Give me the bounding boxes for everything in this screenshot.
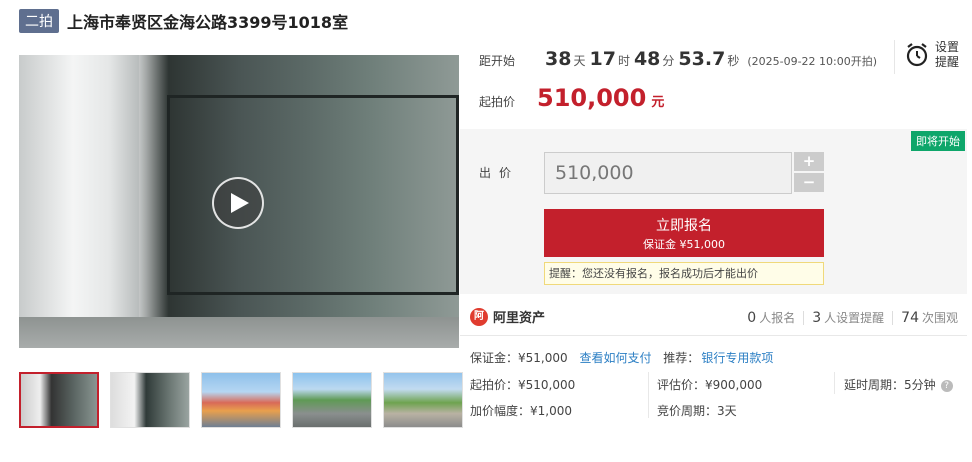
- thumbnail-1[interactable]: [19, 372, 99, 428]
- play-video-button[interactable]: [212, 177, 264, 229]
- thumbnail-3[interactable]: [201, 372, 281, 428]
- signup-deposit-label: 保证金 ¥51,000: [643, 238, 725, 251]
- photo-glass-door: [167, 95, 459, 295]
- help-icon[interactable]: ?: [940, 379, 953, 392]
- platform-row: 阿 阿里资产 0 人报名 3 人设置提醒 74 次围观: [460, 300, 967, 336]
- alarm-clock-icon: [906, 43, 928, 67]
- page-header: 二拍 上海市奉贤区金海公路3399号1018室: [19, 9, 348, 33]
- details-divider: [834, 372, 835, 394]
- starting-price-unit: 元: [651, 95, 665, 110]
- set-reminder-button[interactable]: 设置提醒: [905, 40, 961, 70]
- countdown: 距开始 38 天 17 时 48 分 53.7 秒 (2025-09-22 10…: [479, 48, 877, 76]
- countdown-minutes: 48: [633, 48, 661, 70]
- countdown-seconds-unit: 秒: [727, 54, 740, 68]
- countdown-minutes-unit: 分: [662, 54, 675, 68]
- reminder-count-label: 人设置提醒: [824, 311, 885, 325]
- page-title: 上海市奉贤区金海公路3399号1018室: [67, 13, 349, 32]
- auction-round-badge: 二拍: [19, 9, 59, 33]
- bid-decrease-button[interactable]: −: [794, 173, 824, 192]
- auction-stats: 0 人报名 3 人设置提醒 74 次围观: [747, 309, 958, 326]
- set-reminder-label: 设置提醒: [935, 40, 960, 69]
- start-time-note: (2025-09-22 10:00开拍): [747, 55, 878, 68]
- signup-count: 0: [747, 310, 757, 326]
- signup-notice: 提醒：您还没有报名，报名成功后才能出价: [544, 262, 824, 285]
- reminder-count: 3: [812, 310, 822, 326]
- bank-payment-link[interactable]: 银行专用款项: [701, 351, 773, 365]
- bid-amount-input[interactable]: 510,000: [544, 152, 792, 194]
- signup-button-label: 立即报名: [656, 218, 712, 234]
- deposit-info: 保证金：¥51,000 查看如何支付 推荐： 银行专用款项: [470, 349, 773, 366]
- start-price-info: 起拍价：¥510,000: [470, 378, 576, 392]
- details-divider: [648, 372, 649, 418]
- recommend-label: 推荐：: [663, 351, 700, 365]
- photo-floor: [19, 317, 459, 348]
- status-badge: 即将开始: [911, 131, 965, 151]
- countdown-hours-unit: 时: [617, 54, 630, 68]
- countdown-days: 38: [545, 48, 572, 70]
- delay-period-info: 延时周期：5分钟?: [844, 376, 953, 393]
- how-to-pay-link[interactable]: 查看如何支付: [579, 351, 651, 365]
- starting-price: 起拍价 510,000 元: [479, 84, 664, 112]
- play-icon: [231, 193, 249, 213]
- view-count: 74: [901, 310, 919, 326]
- countdown-hours: 17: [589, 48, 616, 70]
- view-count-label: 次围观: [921, 311, 958, 325]
- countdown-seconds: 53.7: [678, 48, 726, 70]
- stat-divider: [892, 310, 894, 325]
- remind-divider: [894, 40, 895, 74]
- bid-period-info: 竞价周期：3天: [657, 404, 737, 418]
- photo-pillar: [19, 55, 139, 348]
- platform-logo-icon: 阿: [470, 307, 488, 326]
- thumbnail-2[interactable]: [110, 372, 190, 428]
- increment-info: 加价幅度：¥1,000: [470, 404, 572, 418]
- appraisal-info: 评估价：¥900,000: [657, 378, 763, 392]
- thumbnail-strip: [19, 372, 474, 428]
- starting-price-label: 起拍价: [479, 95, 516, 109]
- countdown-label: 距开始: [479, 54, 516, 68]
- delay-period-text: 延时周期：5分钟: [844, 378, 936, 392]
- bid-panel: 即将开始 出价 510,000 + − 立即报名 保证金 ¥51,000 提醒：…: [460, 129, 967, 294]
- starting-price-value: 510,000: [537, 84, 647, 112]
- thumbnail-4[interactable]: [292, 372, 372, 428]
- countdown-days-unit: 天: [573, 54, 586, 68]
- bid-increase-button[interactable]: +: [794, 152, 824, 171]
- thumbnail-5[interactable]: [383, 372, 463, 428]
- bid-label: 出价: [479, 166, 520, 180]
- stat-divider: [803, 310, 805, 325]
- platform-logo: 阿 阿里资产: [470, 307, 545, 326]
- signup-button[interactable]: 立即报名 保证金 ¥51,000: [544, 209, 824, 257]
- main-photo-viewer[interactable]: [19, 55, 459, 348]
- platform-name: 阿里资产: [493, 311, 546, 326]
- signup-count-label: 人报名: [759, 311, 796, 325]
- deposit-text: 保证金：¥51,000: [470, 351, 568, 365]
